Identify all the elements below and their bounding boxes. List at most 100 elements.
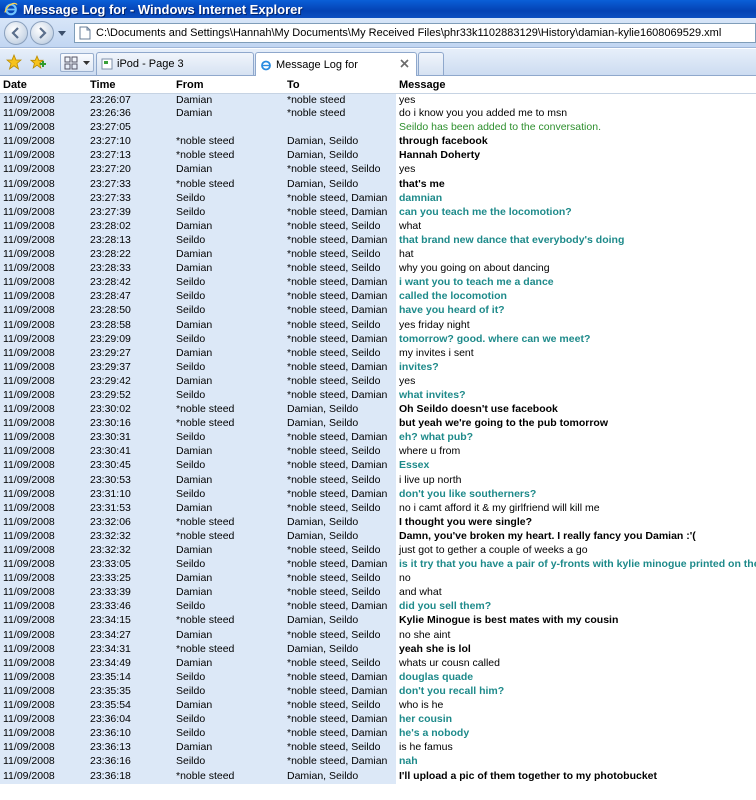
table-row: 11/09/2008 23:28:42 Seildo *noble steed, Da… xyxy=(0,276,756,291)
time-cell: 23:34:15 xyxy=(87,614,173,629)
time-cell: 23:26:07 xyxy=(87,93,173,108)
table-row: 11/09/2008 23:28:13 Seildo *noble steed, Da… xyxy=(0,233,756,249)
time-cell: 23:27:33 xyxy=(87,177,173,192)
to-cell: *noble steed, Seildo xyxy=(284,262,396,277)
message-cell: but yeah we're going to the pub tomorrow xyxy=(396,417,756,432)
message-cell: Essex xyxy=(396,459,756,474)
date-cell: 11/09/2008 xyxy=(0,191,87,206)
from-cell: Damian xyxy=(173,107,284,122)
table-row: 11/09/2008 23:30:45 Seildo *noble steed, Da… xyxy=(0,459,756,474)
date-cell: 11/09/2008 xyxy=(0,93,87,108)
from-cell: Damian xyxy=(173,219,284,234)
message-cell: Seildo has been added to the conversatio… xyxy=(396,121,756,136)
from-cell: *noble steed xyxy=(173,614,284,629)
message-cell: can you teach me the locomotion? xyxy=(396,205,756,220)
to-cell: *noble steed, Seildo xyxy=(284,699,396,714)
message-cell: he's a nobody xyxy=(396,727,756,742)
from-cell: Seildo xyxy=(173,276,284,291)
date-cell: 11/09/2008 xyxy=(0,586,87,601)
from-cell: Damian xyxy=(173,318,284,333)
table-row: 11/09/2008 23:30:31 Seildo *noble steed, Da… xyxy=(0,431,756,446)
table-row: 11/09/2008 23:26:07 Damian *noble steed yes xyxy=(0,93,756,108)
table-row: 11/09/2008 23:35:35 Seildo *noble steed, Da… xyxy=(0,684,756,700)
to-cell: *noble steed, Damian xyxy=(284,388,396,404)
date-cell: 11/09/2008 xyxy=(0,304,87,319)
table-row: 11/09/2008 23:29:37 Seildo *noble steed, Da… xyxy=(0,360,756,375)
table-row: 11/09/2008 23:27:33 Seildo *noble steed, Da… xyxy=(0,191,756,206)
time-cell: 23:35:14 xyxy=(87,670,173,685)
tab-bar: iPod - Page 3 Message Log for xyxy=(0,49,756,76)
time-cell: 23:29:52 xyxy=(87,388,173,404)
table-row: 11/09/2008 23:29:27 Damian *noble steed, Se… xyxy=(0,346,756,361)
address-url[interactable]: C:\Documents and Settings\Hannah\My Docu… xyxy=(96,27,721,39)
message-cell: why you going on about dancing xyxy=(396,262,756,277)
message-cell: douglas quade xyxy=(396,670,756,685)
date-cell: 11/09/2008 xyxy=(0,487,87,502)
date-cell: 11/09/2008 xyxy=(0,374,87,389)
new-tab-button[interactable] xyxy=(418,52,444,75)
message-cell: that's me xyxy=(396,177,756,192)
to-cell: *noble steed, Seildo xyxy=(284,248,396,263)
from-cell: Seildo xyxy=(173,332,284,347)
time-cell: 23:34:49 xyxy=(87,656,173,671)
date-cell: 11/09/2008 xyxy=(0,403,87,418)
to-cell: *noble steed, Damian xyxy=(284,558,396,573)
add-to-favorites-icon[interactable] xyxy=(30,54,46,70)
from-cell: Damian xyxy=(173,248,284,263)
tab-message-log[interactable]: Message Log for xyxy=(255,52,417,76)
to-cell: *noble steed, Damian xyxy=(284,727,396,742)
table-row: 11/09/2008 23:27:10 *noble steed Damian, Se… xyxy=(0,135,756,150)
address-bar[interactable]: C:\Documents and Settings\Hannah\My Docu… xyxy=(74,23,756,43)
date-cell: 11/09/2008 xyxy=(0,558,87,573)
message-cell: i live up north xyxy=(396,473,756,488)
table-row: 11/09/2008 23:33:39 Damian *noble steed, Se… xyxy=(0,586,756,601)
close-tab-icon[interactable] xyxy=(399,58,410,69)
time-cell: 23:30:41 xyxy=(87,445,173,460)
table-row: 11/09/2008 23:28:47 Seildo *noble steed, Da… xyxy=(0,290,756,305)
from-cell: *noble steed xyxy=(173,149,284,164)
date-cell: 11/09/2008 xyxy=(0,614,87,629)
forward-button[interactable] xyxy=(30,21,54,45)
recent-pages-dropdown-icon[interactable] xyxy=(58,29,66,37)
back-button[interactable] xyxy=(4,21,28,45)
from-cell: Damian xyxy=(173,572,284,587)
date-cell: 11/09/2008 xyxy=(0,318,87,333)
date-cell: 11/09/2008 xyxy=(0,205,87,220)
from-cell: Seildo xyxy=(173,755,284,770)
table-row: 11/09/2008 23:28:22 Damian *noble steed, Se… xyxy=(0,248,756,263)
time-cell: 23:36:16 xyxy=(87,755,173,770)
time-cell: 23:29:27 xyxy=(87,346,173,361)
time-cell: 23:29:42 xyxy=(87,374,173,389)
message-cell: Damn, you've broken my heart. I really f… xyxy=(396,529,756,544)
to-cell: Damian, Seildo xyxy=(284,149,396,164)
from-cell: Damian xyxy=(173,628,284,643)
quick-tabs-grid-icon xyxy=(64,56,78,69)
table-row: 11/09/2008 23:36:13 Damian *noble steed, Se… xyxy=(0,741,756,756)
to-cell: *noble steed, Seildo xyxy=(284,741,396,756)
to-cell: *noble steed, Damian xyxy=(284,713,396,728)
message-cell: Oh Seildo doesn't use facebook xyxy=(396,403,756,418)
time-cell: 23:36:10 xyxy=(87,727,173,742)
time-cell: 23:28:02 xyxy=(87,219,173,234)
quick-tabs-button[interactable] xyxy=(60,53,94,72)
from-cell: Seildo xyxy=(173,459,284,474)
table-row: 11/09/2008 23:31:10 Seildo *noble steed, Da… xyxy=(0,487,756,502)
table-row: 11/09/2008 23:36:04 Seildo *noble steed, Da… xyxy=(0,713,756,728)
date-cell: 11/09/2008 xyxy=(0,262,87,277)
from-cell: Damian xyxy=(173,741,284,756)
tab-ipod[interactable]: iPod - Page 3 xyxy=(96,52,254,75)
from-cell xyxy=(173,121,284,136)
column-header-to: To xyxy=(284,77,396,94)
table-row: 11/09/2008 23:27:33 *noble steed Damian, Se… xyxy=(0,177,756,192)
time-cell: 23:28:47 xyxy=(87,290,173,305)
favorites-star-icon[interactable] xyxy=(6,54,22,70)
page-icon xyxy=(79,26,91,40)
date-cell: 11/09/2008 xyxy=(0,727,87,742)
from-cell: *noble steed xyxy=(173,177,284,192)
time-cell: 23:28:58 xyxy=(87,318,173,333)
time-cell: 23:28:50 xyxy=(87,304,173,319)
from-cell: Seildo xyxy=(173,191,284,206)
table-row: 11/09/2008 23:36:16 Seildo *noble steed, Da… xyxy=(0,755,756,770)
from-cell: Damian xyxy=(173,93,284,108)
to-cell: *noble steed, Seildo xyxy=(284,656,396,671)
